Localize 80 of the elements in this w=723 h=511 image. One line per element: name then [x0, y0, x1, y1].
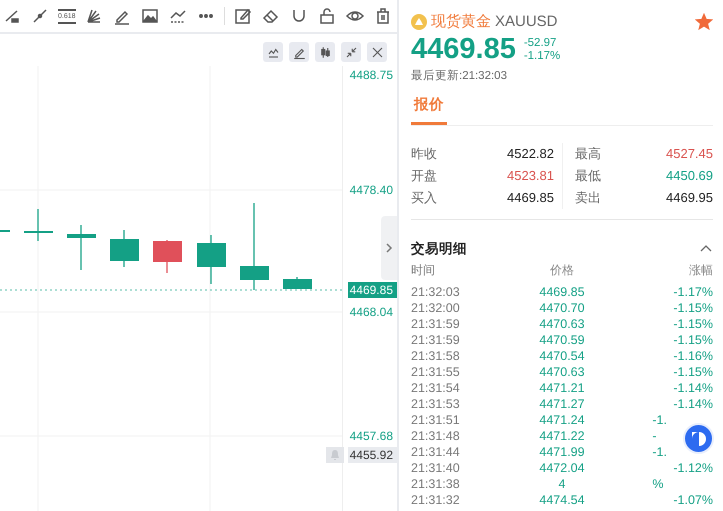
- trade-change: -1.12%: [673, 461, 713, 475]
- price-change: -52.97: [524, 36, 558, 50]
- quote-value: 4469.85: [507, 189, 554, 207]
- trade-price: 4470.63: [538, 316, 586, 332]
- chat-button[interactable]: [683, 423, 714, 454]
- note-icon[interactable]: [232, 6, 253, 26]
- trade-price: 4471.27: [538, 396, 586, 412]
- trade-price: 4470.63: [538, 364, 586, 380]
- price-axis-label: 4457.68: [350, 428, 393, 444]
- trade-price: 4471.22: [538, 428, 586, 444]
- trade-time: 21:31:48: [411, 428, 461, 444]
- favorite-star-icon[interactable]: [695, 12, 713, 30]
- quote-label: 最高: [575, 145, 601, 163]
- price-axis-label: 4469.85: [348, 282, 397, 298]
- trades-title: 交易明细: [411, 240, 467, 258]
- trade-change: -1.14%: [673, 381, 713, 395]
- trade-change: %: [652, 477, 664, 491]
- trade-price: 4470.54: [538, 348, 586, 364]
- trade-price: 4474.54: [538, 492, 586, 508]
- quote-label: 昨收: [411, 145, 437, 163]
- trade-price: 4470.70: [538, 300, 586, 316]
- trade-change: -: [652, 429, 656, 443]
- trade-change: -1.14%: [673, 397, 713, 411]
- trade-time: 21:31:51: [411, 412, 461, 428]
- trade-change: -1.15%: [673, 333, 713, 347]
- trade-time: 21:31:58: [411, 348, 461, 364]
- trade-time: 21:31:54: [411, 380, 461, 396]
- trade-change: -1.16%: [673, 349, 713, 363]
- candle: [197, 235, 226, 284]
- price-change-percent: -1.17%: [524, 50, 560, 62]
- candle: [110, 230, 139, 267]
- quote-label: 最低: [575, 167, 601, 185]
- candle: [24, 209, 53, 241]
- chevron-right-icon: [385, 242, 393, 254]
- candle: [153, 240, 182, 273]
- candle: [0, 229, 10, 232]
- instrument-symbol: XAUUSD: [495, 13, 558, 30]
- trade-change: -1.15%: [673, 301, 713, 315]
- trade-change: -1.15%: [673, 317, 713, 331]
- last-update-time: 最后更新:21:32:03: [411, 68, 508, 83]
- quote-value: 4450.69: [666, 167, 713, 185]
- trade-change: -1.: [652, 445, 667, 459]
- price-axis-label: 4488.75: [350, 67, 393, 83]
- trade-price: 4469.85: [538, 284, 586, 300]
- quote-label: 开盘: [411, 167, 437, 185]
- trade-change: -1.: [652, 413, 667, 427]
- quote-label: 卖出: [575, 189, 601, 207]
- quote-label: 买入: [411, 189, 437, 207]
- trade-time: 21:31:53: [411, 396, 461, 412]
- quote-value: 4522.82: [507, 145, 554, 163]
- trade-time: 21:32:03: [411, 284, 461, 300]
- trade-time: 21:32:00: [411, 300, 461, 316]
- quote-value: 4469.95: [666, 189, 713, 207]
- trade-time: 21:31:32: [411, 492, 461, 508]
- trade-price: 4470.59: [538, 332, 586, 348]
- column-header: 涨幅: [688, 262, 713, 279]
- trade-time: 21:31:59: [411, 316, 461, 332]
- trade-time: 21:31:59: [411, 332, 461, 348]
- trade-price: 4471.21: [538, 380, 586, 396]
- column-header: 价格: [548, 262, 575, 279]
- trade-price: 4471.24: [538, 412, 586, 428]
- trade-price: 4472.04: [538, 460, 586, 476]
- trade-price: 4: [558, 476, 566, 492]
- current-price: 4469.85: [411, 33, 516, 66]
- quote-value: 4527.45: [666, 145, 713, 163]
- trade-change: -1.07%: [673, 493, 713, 507]
- price-axis-label: 4478.40: [350, 182, 393, 198]
- trade-time: 21:31:44: [411, 444, 461, 460]
- trade-time: 21:31:40: [411, 460, 461, 476]
- trade-price: 4471.99: [538, 444, 586, 460]
- quote-value: 4523.81: [507, 167, 554, 185]
- coin-icon: [411, 14, 427, 30]
- instrument-name: 现货黄金: [431, 12, 491, 31]
- price-axis-label: 4468.04: [350, 304, 393, 320]
- trade-change: -1.15%: [673, 365, 713, 379]
- column-header: 时间: [411, 262, 436, 279]
- trade-time: 21:31:55: [411, 364, 461, 380]
- trade-time: 21:31:38: [411, 476, 461, 492]
- candle: [67, 225, 96, 270]
- trade-change: -1.17%: [673, 285, 713, 299]
